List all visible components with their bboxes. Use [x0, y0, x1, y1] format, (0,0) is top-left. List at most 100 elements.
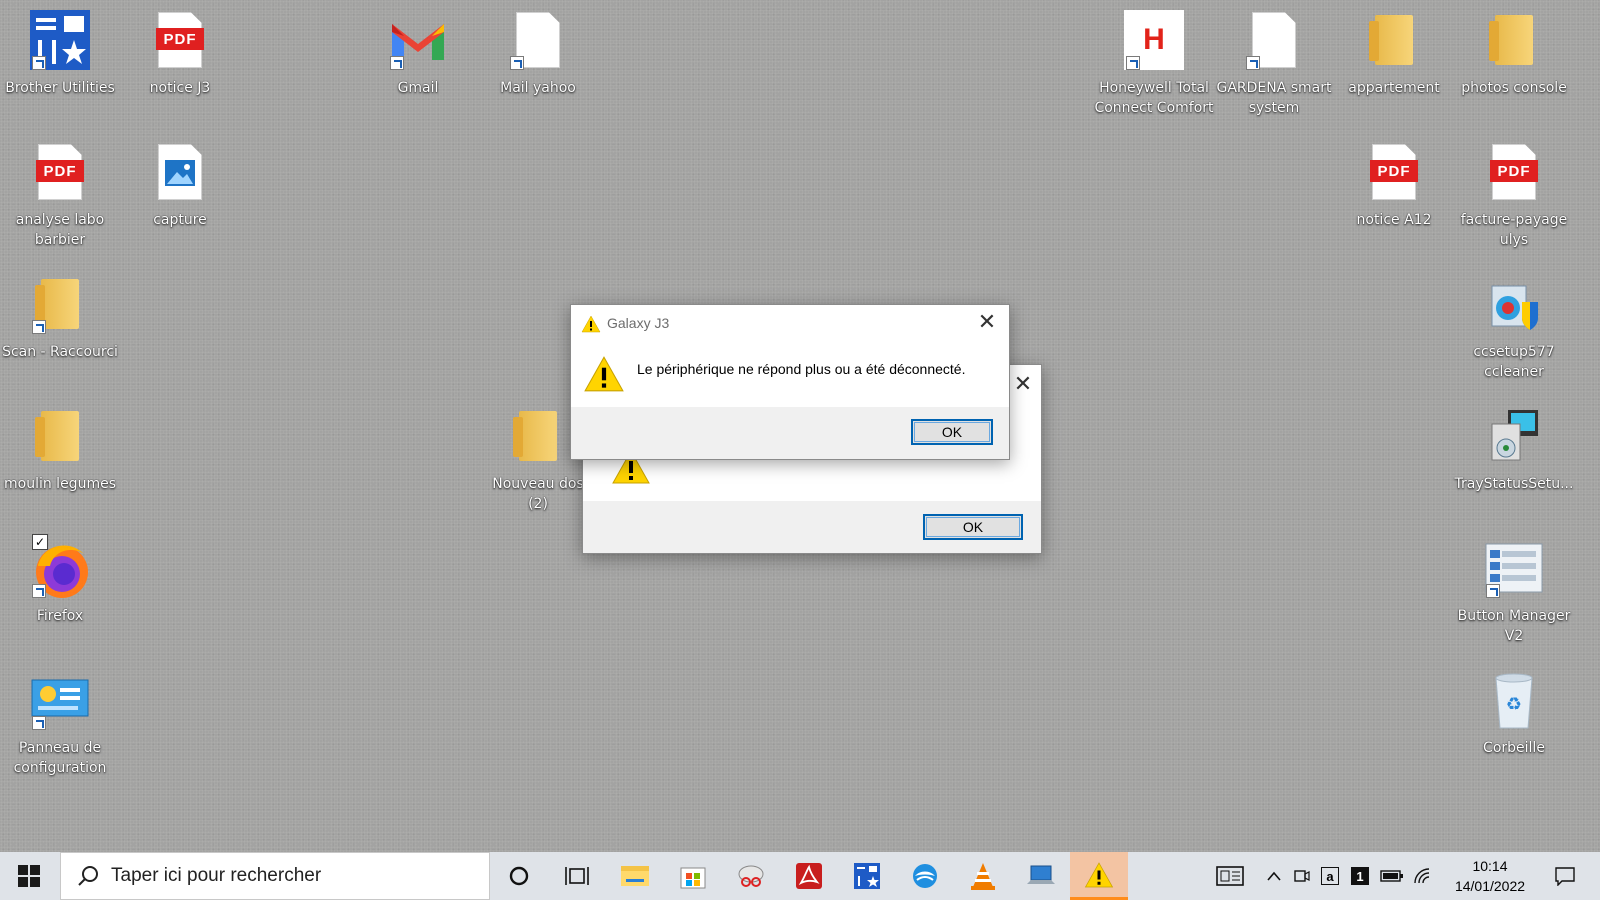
folder-icon: [28, 404, 92, 468]
close-icon[interactable]: ✕: [977, 312, 997, 334]
desktop-icon-label: analyse labo barbier: [15, 212, 105, 248]
taskbar-file-explorer[interactable]: [606, 852, 664, 900]
desktop-icon-label: photos console: [1461, 80, 1567, 96]
tray-news[interactable]: [1210, 852, 1250, 900]
taskbar-device-app[interactable]: [1012, 852, 1070, 900]
desktop-icon-label: Brother Utilities: [5, 80, 115, 96]
dialog-back-footer: OK: [583, 501, 1041, 553]
snipping-tool-icon: [738, 865, 764, 887]
task-view-button[interactable]: [548, 852, 606, 900]
shortcut-arrow-icon: [1486, 584, 1500, 598]
badge-one-icon: 1: [1351, 867, 1369, 885]
desktop-icon-panneau[interactable]: Panneau de configuration: [0, 668, 120, 778]
desktop-icon-label: GARDENA smart system: [1216, 80, 1332, 116]
desktop-icon-label: Corbeille: [1483, 740, 1545, 756]
desktop-icon-label: ccsetup577 ccleaner: [1473, 344, 1555, 380]
desktop-icon-capture[interactable]: capture: [120, 140, 240, 230]
clock-date: 14/01/2022: [1454, 878, 1526, 894]
installer-icon: [1482, 404, 1546, 468]
desktop-icon-honeywell[interactable]: H Honeywell Total Connect Comfort: [1094, 8, 1214, 118]
blank-file-icon: [1242, 8, 1306, 72]
desktop-icon-ccsetup[interactable]: ccsetup577 ccleaner: [1454, 272, 1574, 382]
desktop-icon-label: Panneau de configuration: [13, 740, 107, 776]
desktop-icon-firefox[interactable]: ✓ Firefox: [0, 534, 120, 626]
clock-time: 10:14: [1472, 858, 1508, 874]
desktop-icon-gmail[interactable]: Gmail: [358, 8, 478, 98]
desktop-icon-gardena[interactable]: GARDENA smart system: [1214, 8, 1334, 118]
ok-button[interactable]: OK: [911, 419, 993, 445]
desktop-icon-moulin[interactable]: moulin legumes: [0, 404, 120, 494]
desktop-icon-button-manager[interactable]: Button Manager V2: [1454, 536, 1574, 646]
folder-icon: [1362, 8, 1426, 72]
warning-icon: [1084, 861, 1114, 887]
shortcut-arrow-icon: [32, 584, 46, 598]
dialog-title: Galaxy J3: [607, 315, 670, 331]
desktop-icon-mail-yahoo[interactable]: Mail yahoo: [478, 8, 598, 98]
search-input[interactable]: Taper ici pour rechercher: [60, 852, 490, 900]
desktop-icon-analyse-labo[interactable]: PDF analyse labo barbier: [0, 140, 120, 250]
dialog-front[interactable]: Galaxy J3 ✕ Le périphérique ne répond pl…: [570, 304, 1010, 460]
svg-text:♻: ♻: [1506, 694, 1522, 715]
start-button[interactable]: [0, 852, 58, 900]
tray-camera[interactable]: [1290, 852, 1314, 900]
pdf-file-icon: PDF: [1362, 140, 1426, 204]
desktop-icon-label: Button Manager V2: [1457, 608, 1571, 644]
tray-battery[interactable]: [1378, 852, 1406, 900]
folder-shortcut-icon: [28, 272, 92, 336]
button-manager-icon: [1482, 536, 1546, 600]
desktop-icon-notice-j3[interactable]: PDF notice J3: [120, 8, 240, 98]
checkbox-icon[interactable]: ✓: [32, 534, 48, 550]
pdf-file-icon: PDF: [1482, 140, 1546, 204]
desktop-icon-brother-utilities[interactable]: Brother Utilities: [0, 8, 120, 98]
tray-wifi[interactable]: [1410, 852, 1436, 900]
tray-amazon[interactable]: a: [1318, 852, 1342, 900]
desktop-icon-label: appartement: [1348, 80, 1440, 96]
desktop-icon-scan[interactable]: Scan - Raccourci: [0, 272, 120, 362]
taskbar-vlc[interactable]: [954, 852, 1012, 900]
desktop-icon-label: Honeywell Total Connect Comfort: [1094, 80, 1214, 116]
battery-icon: [1380, 870, 1403, 882]
vlc-cone-icon: [971, 863, 995, 890]
recycle-bin-icon: ♻: [1482, 668, 1546, 732]
desktop-icon-photos-console[interactable]: photos console: [1454, 8, 1574, 98]
laptop-icon: [1027, 865, 1055, 884]
wifi-icon: [1414, 868, 1430, 884]
desktop-icon-traystatus[interactable]: TrayStatusSetu...: [1454, 404, 1574, 494]
desktop-icon-facture[interactable]: PDF facture-payage ulys: [1454, 140, 1574, 250]
desktop-icon-label: notice A12: [1356, 212, 1432, 228]
shortcut-arrow-icon: [510, 56, 524, 70]
search-icon: [78, 866, 98, 886]
desktop-icon-label: notice J3: [149, 80, 211, 96]
folder-icon: [621, 866, 649, 886]
taskbar: Taper ici pour rechercher a 1 10:14 14/0…: [0, 852, 1600, 900]
desktop-icon-label: facture-payage ulys: [1460, 212, 1568, 248]
firefox-icon: ✓: [28, 534, 92, 600]
taskbar-store[interactable]: [664, 852, 722, 900]
brother-utilities-icon: [854, 863, 880, 889]
close-icon[interactable]: ✕: [1013, 374, 1033, 396]
tray-notifications[interactable]: [1540, 852, 1590, 900]
taskbar-acrobat[interactable]: [780, 852, 838, 900]
taskbar-thunderbird[interactable]: [896, 852, 954, 900]
blank-file-icon: [506, 8, 570, 72]
windows-logo-icon: [18, 865, 40, 887]
taskbar-snipping[interactable]: [722, 852, 780, 900]
desktop-icon-appartement[interactable]: appartement: [1334, 8, 1454, 98]
taskbar-warning-app-active[interactable]: [1070, 852, 1128, 900]
tray-show-hidden[interactable]: [1262, 852, 1286, 900]
shortcut-arrow-icon: [32, 716, 46, 730]
shortcut-arrow-icon: [390, 56, 404, 70]
folder-icon: [1482, 8, 1546, 72]
cortana-button[interactable]: [490, 852, 548, 900]
amazon-icon: a: [1321, 867, 1339, 885]
shortcut-arrow-icon: [1246, 56, 1260, 70]
desktop-icon-notice-a12[interactable]: PDF notice A12: [1334, 140, 1454, 230]
desktop-icon-label: capture: [153, 212, 207, 228]
desktop-icon-corbeille[interactable]: ♻ Corbeille: [1454, 668, 1574, 758]
taskbar-brother-utilities[interactable]: [838, 852, 896, 900]
desktop-icon-label: Mail yahoo: [500, 80, 576, 96]
tray-clock[interactable]: 10:14 14/01/2022: [1440, 856, 1540, 896]
tray-onedrive-count[interactable]: 1: [1348, 852, 1372, 900]
desktop-icon-label: Nouveau dos (2): [492, 476, 584, 512]
ok-button[interactable]: OK: [923, 514, 1023, 540]
